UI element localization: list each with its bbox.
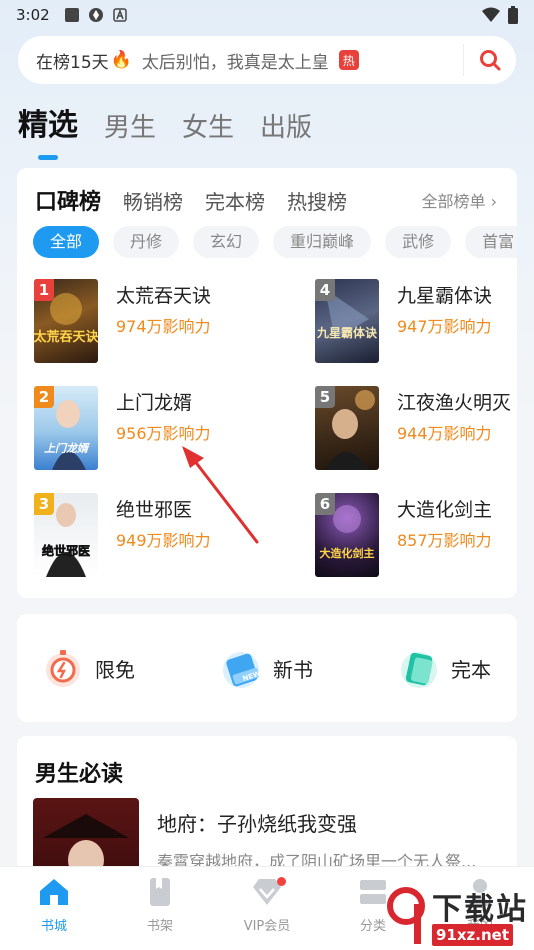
book-title: 太荒吞天诀 (116, 285, 212, 307)
bookshelf-icon (150, 878, 170, 906)
book-influence: 956万影响力 (116, 424, 211, 443)
book-influence: 974万影响力 (116, 317, 211, 336)
tab-bestseller-rank[interactable]: 畅销榜 (123, 186, 183, 215)
book-title[interactable]: 地府：子孙烧纸我变强 (157, 808, 357, 837)
quick-free-label: 限免 (95, 657, 135, 682)
quick-entries-card: 限免 NEW 新书 完本 (17, 614, 517, 722)
search-bar[interactable]: 在榜15天 🔥 太后别怕，我真是太上皇 热 (18, 36, 516, 84)
quick-finished[interactable]: 完本 (395, 644, 491, 692)
book-item[interactable]: 5 江夜渔火明灭 944万影响力 (315, 386, 517, 472)
nav-label: 书城 (40, 919, 67, 934)
book-title: 江夜渔火明灭 (397, 392, 512, 414)
ranking-card: 口碑榜 畅销榜 完本榜 热搜榜 全部榜单 › 全部 丹修 玄幻 重归巅峰 武修 … (17, 168, 517, 598)
watermark-logo (387, 887, 425, 944)
tab-male[interactable]: 男生 (104, 107, 156, 144)
chip-richest[interactable]: 首富 (465, 226, 517, 258)
nav-label: VIP会员 (243, 919, 291, 934)
book-title: 大造化剑主 (397, 499, 493, 521)
notification-dot (277, 877, 286, 886)
tab-completed-rank[interactable]: 完本榜 (205, 186, 265, 215)
all-rankings-link[interactable]: 全部榜单 › (422, 188, 498, 212)
nav-label: 书架 (146, 919, 173, 934)
rank-number: 4 (315, 279, 335, 301)
tab-featured[interactable]: 精选 (18, 100, 78, 160)
status-bar: 3:02 (0, 0, 534, 30)
search-icon[interactable] (478, 48, 502, 72)
cover-title: 绝世邪医 (42, 543, 90, 558)
quick-finished-label: 完本 (451, 657, 491, 682)
top-tabs: 精选 男生 女生 出版 (18, 100, 312, 160)
chip-return-peak[interactable]: 重归巅峰 (273, 226, 372, 258)
book-title: 九星霸体诀 (397, 285, 493, 307)
battery-icon (508, 6, 518, 24)
search-suggestion: 太后别怕，我真是太上皇 (141, 52, 329, 73)
tab-female[interactable]: 女生 (182, 107, 234, 144)
category-chips: 全部 丹修 玄幻 重归巅峰 武修 首富 (33, 226, 517, 258)
a-notification-icon (112, 8, 127, 22)
stopwatch-icon (46, 650, 80, 687)
nav-vip[interactable]: VIP会员 (227, 875, 307, 934)
book-influence: 857万影响力 (397, 531, 492, 550)
book-title: 上门龙婿 (116, 392, 193, 414)
app-notification-icon (88, 8, 103, 22)
book-influence: 944万影响力 (397, 424, 492, 443)
hot-badge: 热 (338, 50, 359, 70)
chip-fantasy[interactable]: 玄幻 (193, 226, 260, 258)
watermark-site: 91xz.net (432, 924, 514, 946)
quick-new-books[interactable]: NEW 新书 (217, 644, 313, 692)
watermark: 下载站 91xz.net (384, 880, 534, 950)
wifi-icon (482, 7, 500, 22)
cover-title: 上门龙婿 (44, 442, 90, 455)
house-icon (40, 879, 68, 905)
book-item[interactable]: 上门龙婿 2 上门龙婿 956万影响力 (34, 386, 274, 472)
search-divider (463, 44, 464, 76)
watermark-title: 下载站 (432, 892, 528, 927)
book-title: 绝世邪医 (116, 499, 193, 521)
chip-alchemy[interactable]: 丹修 (113, 226, 180, 258)
rank-number: 5 (315, 386, 335, 408)
notification-icon (64, 8, 79, 22)
book-item[interactable]: 绝世邪医 3 绝世邪医 949万影响力 (34, 493, 274, 579)
tab-hot-search-rank[interactable]: 热搜榜 (287, 186, 347, 215)
cover-title: 太荒吞天诀 (34, 329, 98, 345)
finished-book-icon (401, 652, 437, 688)
status-time: 3:02 (16, 6, 50, 24)
book-item[interactable]: 大造化剑主 6 大造化剑主 857万影响力 (315, 493, 517, 579)
tab-reputation-rank[interactable]: 口碑榜 (35, 184, 101, 216)
fire-icon: 🔥 (110, 50, 132, 70)
quick-new-books-label: 新书 (273, 657, 313, 682)
rank-number: 2 (34, 386, 54, 408)
cover-title: 九星霸体诀 (316, 325, 378, 340)
quick-free[interactable]: 限免 (39, 644, 135, 692)
book-influence: 947万影响力 (397, 317, 492, 336)
rank-number: 3 (34, 493, 54, 515)
rank-number: 1 (34, 279, 54, 301)
book-item[interactable]: 太荒吞天诀 1 太荒吞天诀 974万影响力 (34, 279, 274, 365)
tab-publishing[interactable]: 出版 (260, 107, 312, 144)
nav-bookshelf[interactable]: 书架 (120, 875, 200, 934)
rank-number: 6 (315, 493, 335, 515)
new-book-icon: NEW (223, 652, 262, 688)
cover-title: 大造化剑主 (320, 546, 375, 560)
section-title: 男生必读 (35, 762, 124, 787)
nav-bookstore[interactable]: 书城 (14, 875, 94, 934)
chip-all[interactable]: 全部 (33, 226, 100, 258)
book-influence: 949万影响力 (116, 531, 211, 550)
ranking-tabs: 口碑榜 畅销榜 完本榜 热搜榜 (35, 184, 347, 216)
search-hot-keyword: 在榜15天 (36, 52, 109, 73)
book-item[interactable]: 九星霸体诀 4 九星霸体诀 947万影响力 (315, 279, 517, 365)
chip-martial[interactable]: 武修 (385, 226, 452, 258)
